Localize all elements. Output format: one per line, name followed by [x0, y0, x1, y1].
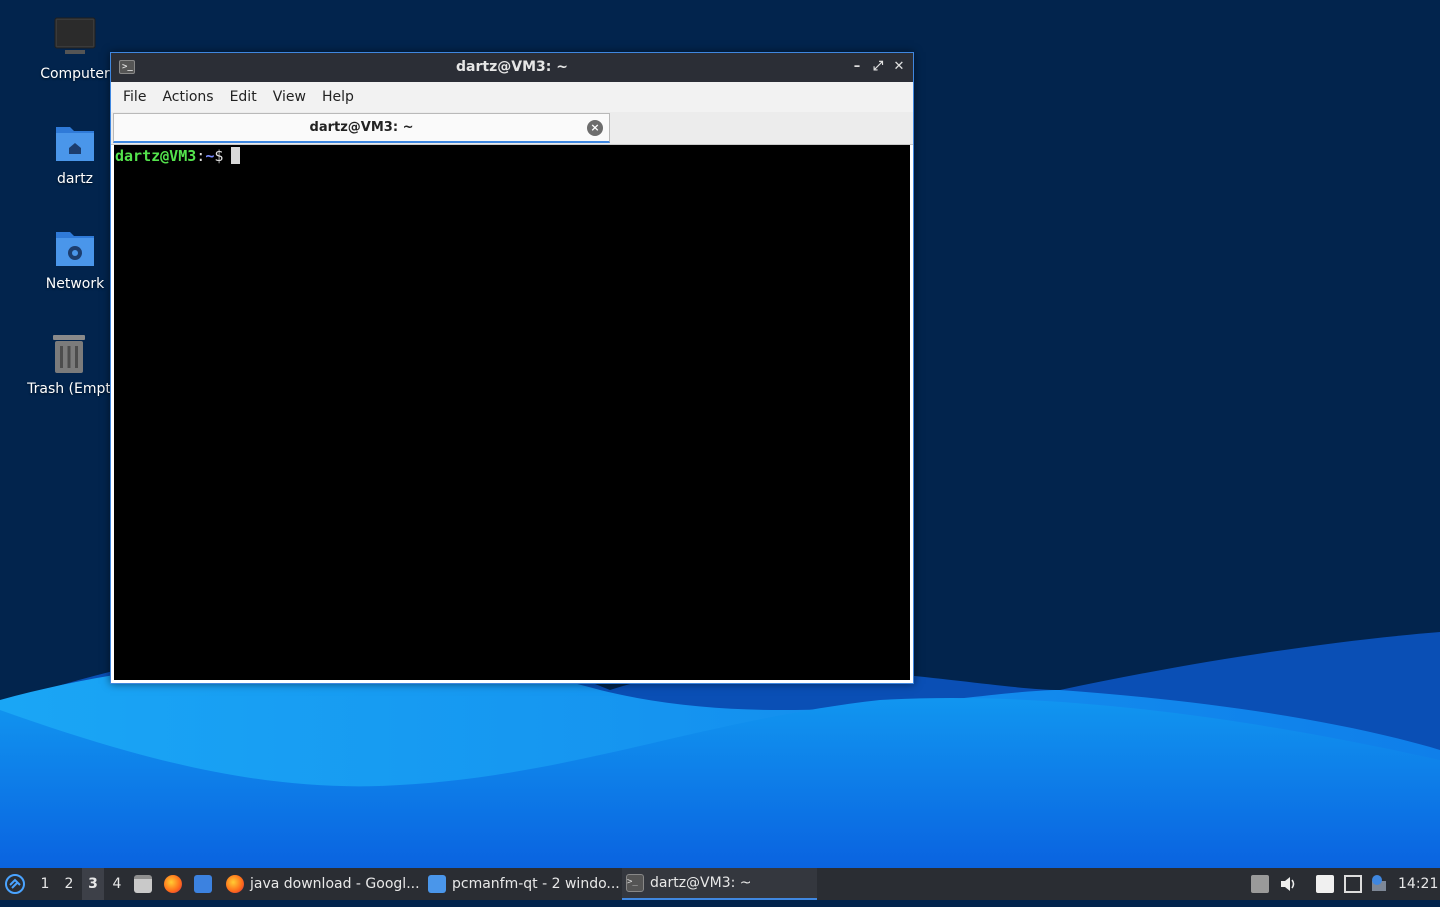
workspace-3[interactable]: 3 [82, 868, 104, 900]
quicklaunch-desktop[interactable] [194, 868, 214, 900]
prompt-path: ~ [205, 147, 215, 165]
task-label: dartz@VM3: ~ [650, 875, 752, 891]
tab-bar: dartz@VM3: ~ × [111, 112, 913, 145]
clock[interactable]: 14:21 [1398, 868, 1438, 900]
terminal-icon: >_ [626, 874, 644, 892]
menu-edit[interactable]: Edit [222, 89, 265, 105]
maximize-button[interactable]: ⤢ [870, 59, 886, 75]
tab-close-icon[interactable]: × [587, 120, 603, 136]
menu-actions[interactable]: Actions [154, 89, 221, 105]
start-menu-button[interactable] [4, 868, 28, 900]
computer-icon [53, 16, 97, 60]
close-button[interactable]: ✕ [891, 59, 907, 75]
task-label: pcmanfm-qt - 2 windo... [452, 876, 620, 892]
home-folder-icon [53, 121, 97, 165]
trash-icon [47, 331, 91, 375]
menu-help[interactable]: Help [314, 89, 362, 105]
terminal-icon: >_ [119, 60, 135, 74]
volume-icon[interactable] [1279, 875, 1297, 893]
lubuntu-logo-icon [5, 874, 25, 894]
menu-view[interactable]: View [265, 89, 314, 105]
taskbar: 1 2 3 4 java download - Googl... pcmanfm… [0, 868, 1440, 900]
menu-file[interactable]: File [115, 89, 154, 105]
window-titlebar[interactable]: >_ dartz@VM3: ~ – ⤢ ✕ [111, 53, 913, 82]
menu-bar: File Actions Edit View Help [111, 82, 913, 112]
workspace-1[interactable]: 1 [34, 868, 56, 900]
prompt-user: dartz@VM3 [115, 147, 197, 165]
show-desktop-icon [194, 875, 212, 893]
clipboard-icon[interactable] [1316, 875, 1334, 893]
workspace-4[interactable]: 4 [106, 868, 128, 900]
network-icon[interactable] [1344, 875, 1362, 893]
task-firefox[interactable]: java download - Googl... [222, 868, 426, 900]
eject-icon[interactable] [1251, 875, 1269, 893]
quicklaunch-firefox[interactable] [164, 868, 184, 900]
prompt-symbol: $ [214, 147, 224, 165]
quicklaunch-file-manager[interactable] [134, 868, 154, 900]
workspace-2[interactable]: 2 [58, 868, 80, 900]
firefox-icon [164, 875, 182, 893]
desktop-icon-trash[interactable]: Trash (Empt [19, 331, 119, 397]
minimize-button[interactable]: – [849, 59, 865, 75]
network-folder-icon [53, 226, 97, 270]
desktop-icon-label: Trash (Empt [27, 381, 111, 397]
terminal-window: >_ dartz@VM3: ~ – ⤢ ✕ File Actions Edit … [110, 52, 914, 684]
window-title: dartz@VM3: ~ [456, 59, 568, 75]
folder-icon [428, 875, 446, 893]
text-cursor [231, 147, 241, 164]
task-file-manager[interactable]: pcmanfm-qt - 2 windo... [424, 868, 626, 900]
tab-terminal[interactable]: dartz@VM3: ~ × [113, 113, 610, 143]
tab-label: dartz@VM3: ~ [309, 120, 414, 135]
prompt-separator: : [196, 147, 206, 165]
update-notifier-icon[interactable] [1370, 875, 1388, 893]
file-manager-icon [134, 875, 152, 893]
task-terminal[interactable]: >_ dartz@VM3: ~ [622, 868, 817, 900]
terminal-output[interactable]: dartz@VM3:~$ [114, 145, 910, 680]
firefox-icon [226, 875, 244, 893]
task-label: java download - Googl... [250, 876, 420, 892]
